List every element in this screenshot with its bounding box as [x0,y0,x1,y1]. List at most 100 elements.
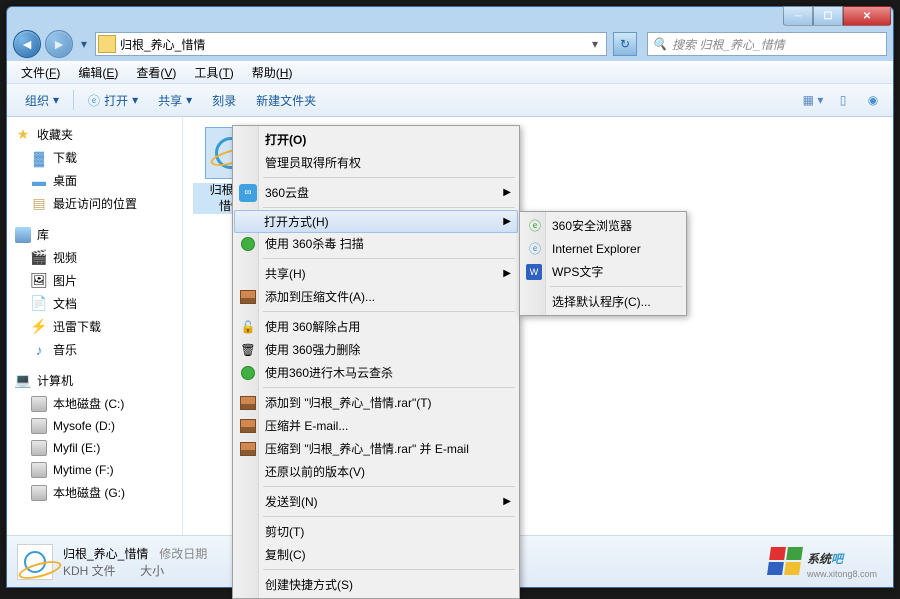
sidebar-item-music[interactable]: ♪音乐 [7,338,182,361]
libraries-header[interactable]: 库 [7,223,182,246]
address-bar[interactable]: 归根_养心_惜情 ▾ [95,32,607,56]
menu-tools[interactable]: 工具(T) [186,62,241,83]
view-options-icon[interactable]: ▦ ▾ [801,89,825,111]
burn-button[interactable]: 刻录 [202,88,246,113]
download-icon: ▓ [31,150,47,166]
document-icon: 📄 [31,296,47,312]
sidebar-item-recent[interactable]: ▤最近访问的位置 [7,192,182,215]
ctx-copy[interactable]: 复制(C) [235,543,517,566]
refresh-button[interactable]: ↻ [613,32,637,56]
chevron-right-icon: ▶ [503,187,511,198]
library-icon [15,227,31,243]
help-icon[interactable]: ◉ [861,89,885,111]
menu-view[interactable]: 查看(V) [128,62,184,83]
drive-icon [31,440,47,456]
video-icon: 🎬 [31,250,47,266]
status-file-icon [17,544,53,580]
status-filename: 归根_养心_惜情 [63,547,148,561]
submenu-360browser[interactable]: ⓔ360安全浏览器 [522,214,684,237]
favorites-header[interactable]: ★收藏夹 [7,123,182,146]
explorer-window: ─ ☐ ✕ ◄ ► ▾ 归根_养心_惜情 ▾ ↻ 🔍 搜索 归根_养心_惜情 文… [6,6,894,588]
share-button[interactable]: 共享 ▾ [148,88,202,113]
menu-help[interactable]: 帮助(H) [244,62,301,83]
computer-header[interactable]: 💻计算机 [7,369,182,392]
organize-button[interactable]: 组织 ▾ [15,88,69,113]
ctx-shortcut[interactable]: 创建快捷方式(S) [235,573,517,596]
submenu-wps[interactable]: WWPS文字 [522,260,684,283]
picture-icon: 🖼 [31,273,47,289]
recent-icon: ▤ [31,196,47,212]
sidebar-item-drive-d[interactable]: Mysofe (D:) [7,415,182,437]
rar-icon [240,396,256,410]
sidebar-item-drive-g[interactable]: 本地磁盘 (G:) [7,481,182,504]
chevron-right-icon: ▶ [503,496,511,507]
maximize-button[interactable]: ☐ [813,6,843,26]
ctx-360trojan[interactable]: 使用360进行木马云查杀 [235,361,517,384]
ctx-cut[interactable]: 剪切(T) [235,520,517,543]
minimize-button[interactable]: ─ [783,6,813,26]
nav-history-dropdown[interactable]: ▾ [77,34,91,54]
ctx-360cloud[interactable]: ∞360云盘▶ [235,181,517,204]
ctx-share[interactable]: 共享(H)▶ [235,262,517,285]
windows-flag-icon [767,547,803,575]
ctx-360unlock[interactable]: 🔓使用 360解除占用 [235,315,517,338]
shield-icon [241,237,255,251]
sidebar-item-desktop[interactable]: ▬桌面 [7,169,182,192]
computer-icon: 💻 [15,373,31,389]
new-folder-button[interactable]: 新建文件夹 [246,88,326,113]
menubar: 文件(F) 编辑(E) 查看(V) 工具(T) 帮助(H) [7,61,893,83]
rar-icon [240,419,256,433]
sidebar-item-downloads[interactable]: ▓下载 [7,146,182,169]
shield-icon [241,366,255,380]
search-input[interactable]: 🔍 搜索 归根_养心_惜情 [647,32,887,56]
open-button[interactable]: ⓔ 打开 ▾ [78,88,148,113]
ctx-add-rar[interactable]: 添加到 "归根_养心_惜情.rar"(T) [235,391,517,414]
toolbar: 组织 ▾ ⓔ 打开 ▾ 共享 ▾ 刻录 新建文件夹 ▦ ▾ ▯ ◉ [7,83,893,117]
drive-icon [31,462,47,478]
sidebar-item-drive-c[interactable]: 本地磁盘 (C:) [7,392,182,415]
ctx-email-rar-named[interactable]: 压缩到 "归根_养心_惜情.rar" 并 E-mail [235,437,517,460]
sidebar-item-pictures[interactable]: 🖼图片 [7,269,182,292]
rar-icon [240,290,256,304]
menu-file[interactable]: 文件(F) [13,62,68,83]
address-dropdown[interactable]: ▾ [586,37,604,51]
cloud-icon: ∞ [239,184,257,202]
status-filetype: KDH 文件 [63,564,116,578]
back-button[interactable]: ◄ [13,30,41,58]
ctx-open-with[interactable]: 打开方式(H)▶ [234,210,518,233]
titlebar[interactable]: ─ ☐ ✕ [7,7,893,27]
status-size-label: 大小 [140,564,164,578]
navigation-pane[interactable]: ★收藏夹 ▓下载 ▬桌面 ▤最近访问的位置 库 🎬视频 🖼图片 📄文档 ⚡迅雷下… [7,117,183,563]
forward-button[interactable]: ► [45,30,73,58]
ctx-send-to[interactable]: 发送到(N)▶ [235,490,517,513]
search-icon: 🔍 [652,37,668,51]
sidebar-item-drive-f[interactable]: Mytime (F:) [7,459,182,481]
ctx-360scan[interactable]: 使用 360杀毒 扫描 [235,232,517,255]
sidebar-item-videos[interactable]: 🎬视频 [7,246,182,269]
sidebar-item-drive-e[interactable]: Myfil (E:) [7,437,182,459]
ctx-run-as-admin[interactable]: 管理员取得所有权 [235,151,517,174]
ctx-email-rar[interactable]: 压缩并 E-mail... [235,414,517,437]
ctx-open[interactable]: 打开(O) [235,128,517,151]
drive-icon [31,418,47,434]
menu-edit[interactable]: 编辑(E) [70,62,126,83]
drive-icon [31,485,47,501]
drive-icon [31,396,47,412]
ctx-add-archive[interactable]: 添加到压缩文件(A)... [235,285,517,308]
watermark: 系统吧 www.xitong8.com [769,543,877,579]
chevron-right-icon: ▶ [503,268,511,279]
submenu-ie[interactable]: ⓔInternet Explorer [522,237,684,260]
submenu-choose-default[interactable]: 选择默认程序(C)... [522,290,684,313]
unlock-icon: 🔓 [239,318,257,336]
sidebar-item-thunder[interactable]: ⚡迅雷下载 [7,315,182,338]
star-icon: ★ [15,127,31,143]
context-menu: 打开(O) 管理员取得所有权 ∞360云盘▶ 打开方式(H)▶ 使用 360杀毒… [232,125,520,599]
preview-pane-icon[interactable]: ▯ [831,89,855,111]
address-path: 归根_养心_惜情 [120,36,586,53]
close-button[interactable]: ✕ [843,6,891,26]
ctx-360forcedel[interactable]: 🗑使用 360强力删除 [235,338,517,361]
browser360-icon: ⓔ [526,217,544,235]
sidebar-item-documents[interactable]: 📄文档 [7,292,182,315]
rar-icon [240,442,256,456]
ctx-restore[interactable]: 还原以前的版本(V) [235,460,517,483]
